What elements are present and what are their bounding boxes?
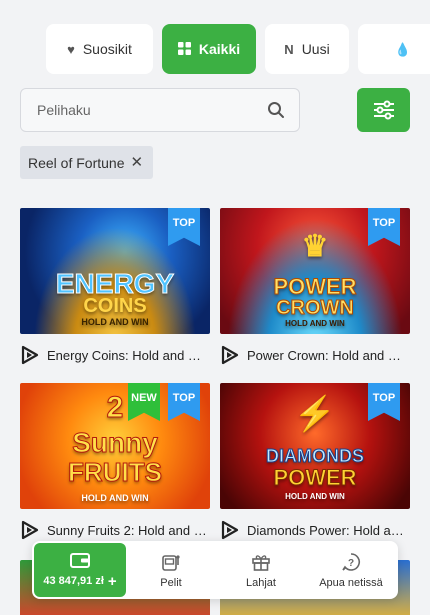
game-art-subtitle: HOLD AND WIN — [81, 493, 149, 503]
game-art-title: FRUITS — [68, 457, 163, 487]
plus-icon[interactable]: + — [108, 574, 117, 589]
tab-label: Suosikit — [82, 41, 132, 57]
nav-games[interactable]: Pelit — [126, 552, 216, 589]
help-icon: ? — [342, 552, 360, 571]
game-art-title: COINS — [83, 295, 147, 317]
nav-label: Lahjat — [246, 576, 276, 589]
provider-play-icon — [21, 345, 39, 365]
game-art-subtitle: HOLD AND WIN — [285, 492, 345, 501]
game-title[interactable]: Sunny Fruits 2: Hold and Win — [47, 523, 207, 538]
game-art-subtitle: HOLD AND WIN — [285, 319, 345, 328]
chip-label: Reel of Fortune — [28, 154, 125, 171]
wallet-icon — [70, 552, 90, 568]
tab-popular[interactable]: 💧 — [358, 24, 430, 74]
category-tabs: ♥ Suosikit Kaikki N Uusi 💧 — [46, 24, 430, 74]
game-art-title: ENERGY — [55, 268, 175, 299]
nav-gifts[interactable]: Lahjat — [216, 552, 306, 589]
provider-play-icon — [221, 520, 239, 540]
game-thumbnail[interactable]: 2 Sunny FRUITS HOLD AND WIN NEW TOP — [20, 383, 210, 509]
nav-label: Pelit — [160, 576, 182, 589]
grid-icon — [177, 41, 191, 57]
game-card[interactable]: ⚡ DIAMONDS POWER HOLD AND WIN TOP Diamon… — [220, 383, 410, 541]
provider-play-icon — [221, 345, 239, 365]
close-icon[interactable]: ✕ — [131, 155, 144, 170]
game-card[interactable]: 2 Sunny FRUITS HOLD AND WIN NEW TOP Sunn… — [20, 383, 210, 541]
search-icon[interactable] — [267, 101, 285, 119]
game-title[interactable]: Diamonds Power: Hold and Win — [247, 523, 407, 538]
bottom-navigation: 43 847,91 zł + Pelit Lahjat ? Apua netis… — [32, 541, 398, 599]
game-art-title: Sunny — [72, 427, 159, 458]
gift-icon — [252, 554, 270, 571]
filter-button[interactable] — [357, 88, 410, 132]
game-title[interactable]: Energy Coins: Hold and Win — [47, 348, 207, 363]
game-art-subtitle: HOLD AND WIN — [81, 317, 149, 327]
sliders-icon — [373, 100, 394, 120]
search-box — [20, 88, 300, 132]
heart-icon: ♥ — [67, 41, 75, 57]
nav-help[interactable]: ? Apua netissä — [306, 552, 396, 589]
nav-label: Apua netissä — [319, 576, 383, 589]
tab-label: Uusi — [301, 41, 330, 57]
slot-machine-icon — [162, 554, 180, 571]
game-card[interactable]: ♛ POWER CROWN HOLD AND WIN TOP Power Cro… — [220, 208, 410, 366]
provider-play-icon — [21, 520, 39, 540]
game-art-title: CROWN — [276, 297, 355, 319]
game-title[interactable]: Power Crown: Hold and Win — [247, 348, 407, 363]
game-art-title: POWER — [273, 465, 357, 490]
wallet-button[interactable]: 43 847,91 zł + — [34, 543, 126, 597]
game-thumbnail[interactable]: ⚡ DIAMONDS POWER HOLD AND WIN TOP — [220, 383, 410, 509]
search-input[interactable] — [37, 102, 267, 118]
balance-amount: 43 847,91 zł — [43, 575, 104, 587]
tab-all[interactable]: Kaikki — [162, 24, 256, 74]
tab-favorites[interactable]: ♥ Suosikit — [46, 24, 153, 74]
svg-text:?: ? — [348, 558, 354, 569]
game-art-title: POWER — [273, 274, 357, 299]
flame-icon: 💧 — [394, 41, 412, 57]
tab-label: Kaikki — [198, 41, 241, 57]
game-thumbnail[interactable]: ENERGY COINS HOLD AND WIN TOP — [20, 208, 210, 334]
game-thumbnail[interactable]: ♛ POWER CROWN HOLD AND WIN TOP — [220, 208, 410, 334]
provider-filter-chip[interactable]: Reel of Fortune ✕ — [20, 146, 153, 179]
new-icon: N — [284, 41, 294, 57]
tab-new[interactable]: N Uusi — [265, 24, 349, 74]
game-art-title: DIAMONDS — [266, 446, 365, 466]
game-card[interactable]: ENERGY COINS HOLD AND WIN TOP Energy Coi… — [20, 208, 210, 366]
